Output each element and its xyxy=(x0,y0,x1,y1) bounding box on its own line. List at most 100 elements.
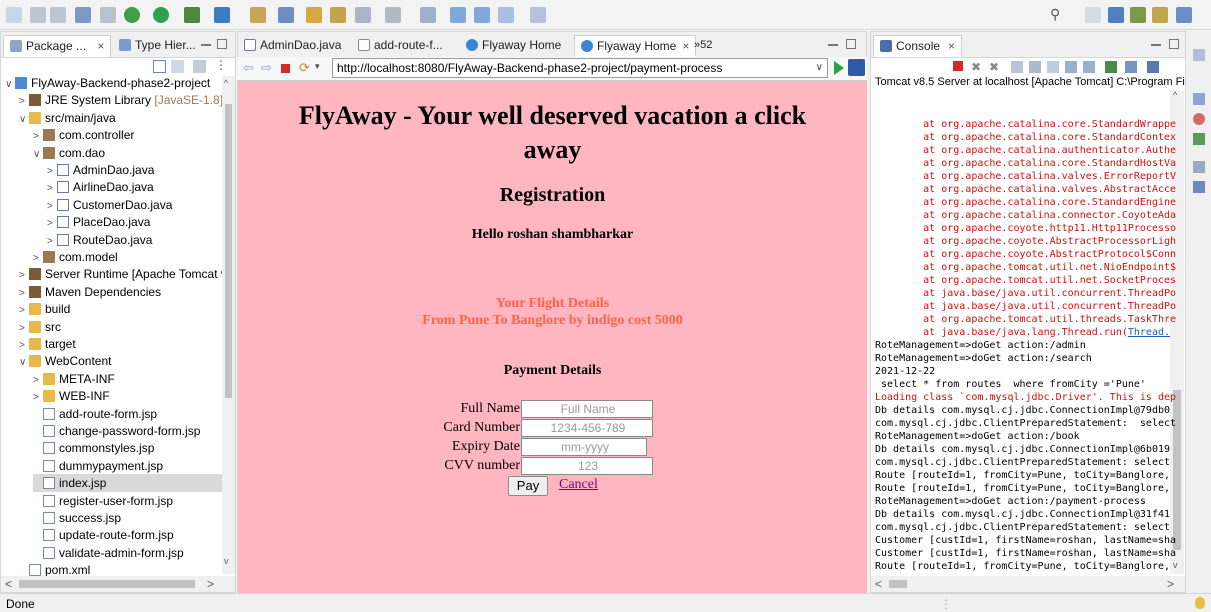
clear-console-icon[interactable] xyxy=(1011,61,1023,73)
javadoc-icon[interactable] xyxy=(1193,181,1205,193)
search-icon[interactable] xyxy=(330,7,346,23)
tree-item[interactable]: > JRE System Library [JavaSE-1.8] xyxy=(19,91,223,109)
tree-item[interactable]: success.jsp xyxy=(33,509,121,527)
filter-icon[interactable] xyxy=(193,60,206,73)
tree-item[interactable]: > Maven Dependencies xyxy=(19,283,161,301)
git-perspective-icon[interactable] xyxy=(1176,7,1192,23)
tree-item[interactable]: add-route-form.jsp xyxy=(33,405,157,423)
tree-item[interactable]: > PlaceDao.java xyxy=(47,213,150,231)
url-history-icon[interactable]: ∨ xyxy=(816,59,823,77)
maximize-icon[interactable] xyxy=(217,39,227,49)
scroll-left-icon[interactable]: < xyxy=(5,577,12,591)
open-type-icon[interactable] xyxy=(306,7,322,23)
tree-vertical-scrollbar[interactable]: ^ v xyxy=(222,76,235,574)
tab-console[interactable]: Console × xyxy=(873,35,963,57)
tree-item[interactable]: > AdminDao.java xyxy=(47,161,154,179)
expand-toggle-icon[interactable]: ∨ xyxy=(19,354,29,372)
back-icon[interactable] xyxy=(450,7,466,23)
last-edit-icon[interactable] xyxy=(498,7,514,23)
full-name-input[interactable]: Full Name xyxy=(521,400,653,418)
tab-add-route[interactable]: add-route-f... xyxy=(352,35,449,57)
card-number-input[interactable]: 1234-456-789 xyxy=(521,419,653,437)
save-all-icon[interactable] xyxy=(50,7,66,23)
collapse-all-icon[interactable] xyxy=(153,60,166,73)
stacktrace-link[interactable]: Thread. xyxy=(1128,327,1170,338)
tree-item[interactable]: > target xyxy=(19,335,76,353)
new-java-project-icon[interactable] xyxy=(250,7,266,23)
console-horizontal-scrollbar[interactable]: < > xyxy=(871,576,1185,592)
expand-toggle-icon[interactable]: ∨ xyxy=(19,111,29,129)
tab-flyaway-home-1[interactable]: Flyaway Home xyxy=(460,35,567,57)
view-menu-icon[interactable]: ⋮ xyxy=(215,58,227,72)
new-icon[interactable] xyxy=(6,7,22,23)
problems-icon[interactable] xyxy=(1193,113,1205,125)
tree-item[interactable]: index.jsp xyxy=(33,474,223,493)
tree-item[interactable]: ∨ WebContent xyxy=(19,352,112,370)
run-icon[interactable] xyxy=(153,7,169,23)
terminate-icon[interactable] xyxy=(953,61,963,71)
annotation-icon[interactable] xyxy=(355,7,371,23)
properties-icon[interactable] xyxy=(1193,161,1205,173)
scroll-thumb[interactable] xyxy=(225,104,232,398)
close-icon[interactable]: × xyxy=(97,39,104,53)
skip-breakpoints-icon[interactable] xyxy=(100,7,116,23)
tab-type-hierarchy[interactable]: Type Hier... xyxy=(113,35,202,57)
prev-annotation-icon[interactable] xyxy=(420,7,436,23)
expiry-date-input[interactable]: mm-yyyy xyxy=(521,438,647,456)
open-console-icon[interactable] xyxy=(1147,61,1159,73)
new-package-icon[interactable] xyxy=(278,7,294,23)
tree-item[interactable]: > com.controller xyxy=(33,126,134,144)
tree-item[interactable]: commonstyles.jsp xyxy=(33,439,154,457)
tree-item[interactable]: > src xyxy=(19,318,61,336)
show-stderr-icon[interactable] xyxy=(1083,61,1095,73)
h-scroll-thumb[interactable] xyxy=(889,580,907,588)
scroll-left-icon[interactable]: < xyxy=(875,577,882,591)
scroll-up-icon[interactable]: ^ xyxy=(224,78,228,88)
pay-button[interactable]: Pay xyxy=(508,476,548,496)
display-console-icon[interactable] xyxy=(1125,61,1137,73)
remove-all-icon[interactable]: ✖ xyxy=(989,60,999,74)
cvv-input[interactable]: 123 xyxy=(521,457,653,475)
tree-item[interactable]: > build xyxy=(19,300,70,318)
next-edit-icon[interactable] xyxy=(530,7,546,23)
tab-overflow[interactable]: »52 xyxy=(688,35,718,57)
tree-item[interactable]: ∨ com.dao xyxy=(33,144,105,162)
tree-item[interactable]: > META-INF xyxy=(33,370,115,388)
tasks-icon[interactable] xyxy=(1193,133,1205,145)
scroll-right-icon[interactable]: > xyxy=(207,577,214,591)
minimize-icon[interactable] xyxy=(828,44,838,46)
tree-item[interactable]: > AirlineDao.java xyxy=(47,178,154,196)
servers-icon[interactable] xyxy=(1193,49,1205,61)
go-icon[interactable] xyxy=(834,61,844,75)
maximize-icon[interactable] xyxy=(1169,39,1179,49)
open-perspective-icon[interactable] xyxy=(1085,7,1101,23)
h-scroll-thumb[interactable] xyxy=(19,580,195,588)
quick-search-icon[interactable]: ⚲ xyxy=(1050,6,1066,22)
remove-launch-icon[interactable]: ✖ xyxy=(971,60,981,74)
scroll-lock-icon[interactable] xyxy=(1029,61,1041,73)
close-icon[interactable]: × xyxy=(948,39,955,53)
next-annotation-icon[interactable] xyxy=(385,7,401,23)
tree-item[interactable]: ∨ src/main/java xyxy=(19,109,116,127)
tree-item[interactable]: validate-admin-form.jsp xyxy=(33,544,184,562)
tree-item[interactable]: ∨ FlyAway-Backend-phase2-project xyxy=(5,74,210,92)
url-input[interactable]: http://localhost:8080/FlyAway-Backend-ph… xyxy=(332,58,828,78)
open-external-browser-icon[interactable] xyxy=(848,59,865,76)
tree-item[interactable]: > WEB-INF xyxy=(33,387,110,405)
link-with-editor-icon[interactable] xyxy=(171,60,184,73)
java-perspective-icon[interactable] xyxy=(1152,7,1168,23)
show-stdout-icon[interactable] xyxy=(1065,61,1077,73)
tree-item[interactable]: > RouteDao.java xyxy=(47,231,152,249)
forward-icon[interactable] xyxy=(474,7,490,23)
refresh-icon[interactable]: ⟳ xyxy=(299,60,310,76)
tree-item[interactable]: > CustomerDao.java xyxy=(47,196,172,214)
forward-icon[interactable]: ⇨ xyxy=(261,60,272,76)
minimize-icon[interactable] xyxy=(201,44,211,46)
save-icon[interactable] xyxy=(30,7,46,23)
minimize-icon[interactable] xyxy=(1151,44,1161,46)
expand-toggle-icon[interactable]: ∨ xyxy=(33,146,43,164)
terminal-icon[interactable] xyxy=(75,7,91,23)
tab-package-explorer[interactable]: Package ... × xyxy=(3,35,112,57)
tab-admindao[interactable]: AdminDao.java xyxy=(238,35,347,57)
coverage-icon[interactable] xyxy=(214,7,230,23)
